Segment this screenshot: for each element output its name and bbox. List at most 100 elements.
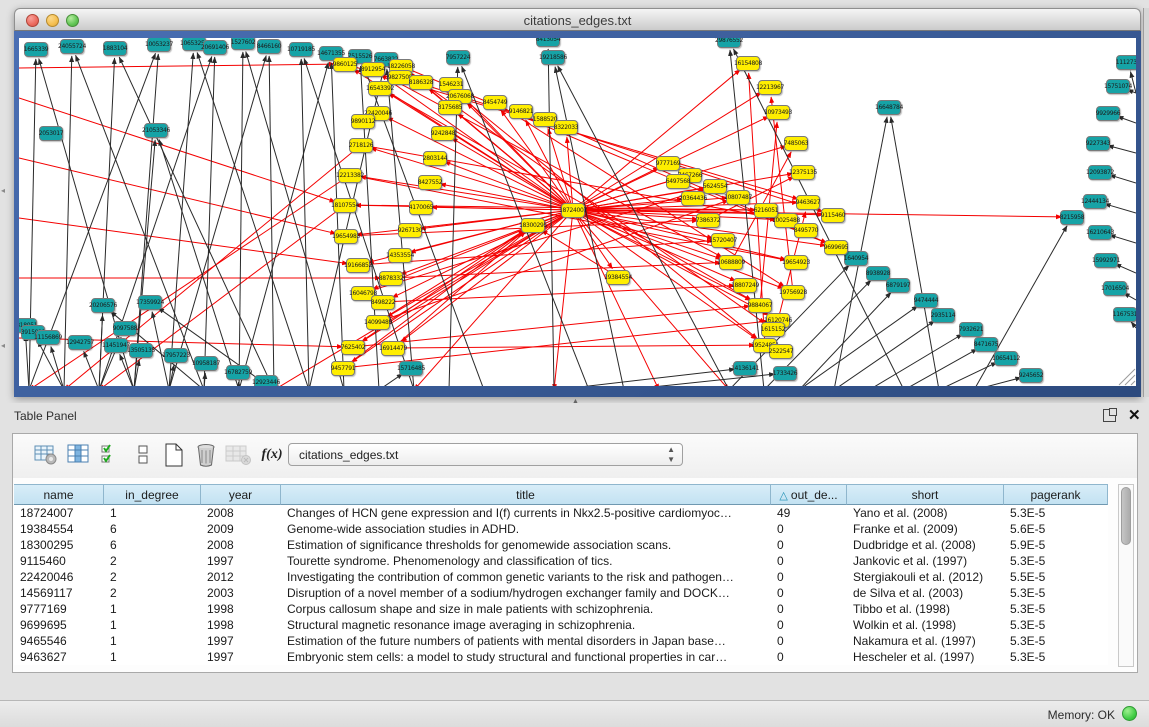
- graph-node[interactable]: 9115460: [821, 208, 845, 223]
- graph-edge[interactable]: [84, 351, 99, 386]
- table-cell[interactable]: 0: [771, 633, 847, 649]
- network-canvas[interactable]: 1665339240557241883104100532371065325720…: [19, 38, 1136, 386]
- table-row[interactable]: 969969511998Structural magnetic resonanc…: [14, 617, 1108, 633]
- graph-node[interactable]: 17359924: [138, 295, 162, 310]
- table-row[interactable]: 2242004622012Investigating the contribut…: [14, 569, 1108, 585]
- graph-edge[interactable]: [169, 53, 193, 386]
- graph-node[interactable]: 6879197: [886, 278, 910, 293]
- graph-edge[interactable]: [414, 210, 573, 386]
- graph-node[interactable]: 4170065: [409, 200, 433, 215]
- graph-node[interactable]: 15992971: [1094, 253, 1118, 268]
- graph-node[interactable]: 9777169: [656, 156, 680, 171]
- graph-edge[interactable]: [26, 335, 29, 386]
- table-cell[interactable]: 0: [771, 553, 847, 569]
- graph-node[interactable]: 7932621: [959, 322, 983, 337]
- vertical-scrollbar[interactable]: [1118, 484, 1134, 667]
- graph-node[interactable]: 1527602: [231, 38, 255, 50]
- graph-node[interactable]: 12923446: [254, 375, 278, 387]
- panel-resize-arrow-icon[interactable]: ◂: [1, 186, 5, 195]
- graph-edge[interactable]: [393, 345, 755, 348]
- graph-node[interactable]: 9463627: [796, 195, 820, 210]
- table-row[interactable]: 946362711997Embryonic stem cells: a mode…: [14, 649, 1108, 665]
- graph-node[interactable]: 19654923: [784, 255, 808, 270]
- table-cell[interactable]: 0: [771, 569, 847, 585]
- graph-node[interactable]: 20206576: [91, 298, 115, 313]
- float-panel-icon[interactable]: [1103, 409, 1116, 422]
- graph-edge[interactable]: [869, 334, 962, 386]
- column-header-year[interactable]: year: [201, 484, 281, 505]
- graph-edge[interactable]: [51, 347, 64, 386]
- column-header-name[interactable]: name: [14, 484, 104, 505]
- graph-node[interactable]: 17957223: [164, 348, 188, 363]
- table-cell[interactable]: 5.3E-5: [1004, 601, 1108, 617]
- table-cell[interactable]: Wolkin et al. (1998): [847, 617, 1004, 633]
- graph-node[interactable]: 13505135: [129, 343, 153, 358]
- column-header-pagerank[interactable]: pagerank: [1004, 484, 1108, 505]
- graph-edge[interactable]: [331, 63, 344, 386]
- graph-node[interactable]: 2522547: [769, 344, 793, 359]
- table-cell[interactable]: Tourette syndrome. Phenomenology and cla…: [281, 553, 771, 569]
- table-cell[interactable]: 14569117: [14, 585, 104, 601]
- graph-edge[interactable]: [573, 210, 659, 386]
- table-cell[interactable]: 1997: [201, 649, 281, 665]
- table-cell[interactable]: Changes of HCN gene expression and I(f) …: [281, 505, 771, 521]
- graph-edge[interactable]: [388, 93, 573, 210]
- graph-node[interactable]: 1615152: [761, 322, 785, 337]
- graph-edge[interactable]: [974, 226, 1067, 386]
- table-cell[interactable]: Embryonic stem cells: a model to study s…: [281, 649, 771, 665]
- graph-node[interactable]: 11156869: [36, 330, 60, 345]
- graph-node[interactable]: 15716485: [399, 361, 423, 376]
- graph-node[interactable]: 10053237: [147, 38, 171, 52]
- table-cell[interactable]: Genome-wide association studies in ADHD.: [281, 521, 771, 537]
- table-cell[interactable]: 1997: [201, 633, 281, 649]
- graph-node[interactable]: 10958187: [194, 356, 218, 371]
- table-cell[interactable]: Dudbridge et al. (2008): [847, 537, 1004, 553]
- graph-node[interactable]: 1112734: [1116, 55, 1136, 70]
- graph-node[interactable]: 16914479: [381, 341, 405, 356]
- graph-node[interactable]: 18300295: [521, 218, 545, 233]
- graph-edge[interactable]: [974, 378, 1021, 386]
- table-cell[interactable]: 5.3E-5: [1004, 585, 1108, 601]
- graph-node[interactable]: 18807249: [733, 278, 757, 293]
- table-row[interactable]: 1872400712008Changes of HCN gene express…: [14, 505, 1108, 521]
- column-header-in_degree[interactable]: in_degree: [104, 484, 201, 505]
- table-cell[interactable]: 6: [104, 537, 201, 553]
- column-header-title[interactable]: title: [281, 484, 771, 505]
- table-cell[interactable]: Franke et al. (2009): [847, 521, 1004, 537]
- table-cell[interactable]: 49: [771, 505, 847, 521]
- graph-node[interactable]: 12093872: [1088, 165, 1112, 180]
- table-cell[interactable]: 5.3E-5: [1004, 553, 1108, 569]
- graph-node[interactable]: 1665339: [24, 42, 48, 57]
- table-cell[interactable]: 0: [771, 521, 847, 537]
- table-cell[interactable]: 2: [104, 585, 201, 601]
- graph-node[interactable]: 9146821: [509, 104, 533, 119]
- graph-node[interactable]: 9097588: [113, 321, 137, 336]
- table-cell[interactable]: 9115460: [14, 553, 104, 569]
- select-columns-icon[interactable]: [99, 442, 125, 468]
- network-table-select[interactable]: citations_edges.txt ▲▼: [288, 443, 683, 466]
- table-row[interactable]: 1456911722003Disruption of a novel membe…: [14, 585, 1108, 601]
- graph-edge[interactable]: [239, 63, 328, 386]
- graph-node[interactable]: 8322033: [554, 120, 578, 135]
- table-cell[interactable]: Yano et al. (2008): [847, 505, 1004, 521]
- table-cell[interactable]: Estimation of significance thresholds fo…: [281, 537, 771, 553]
- graph-node[interactable]: 10654112: [994, 351, 1018, 366]
- graph-node[interactable]: 9245652: [1019, 368, 1043, 383]
- table-cell[interactable]: Corpus callosum shape and size in male p…: [281, 601, 771, 617]
- table-cell[interactable]: 9699695: [14, 617, 104, 633]
- table-cell[interactable]: 5.6E-5: [1004, 521, 1108, 537]
- graph-node[interactable]: 8186328: [409, 75, 433, 90]
- graph-node[interactable]: 8878332: [379, 271, 403, 286]
- graph-node[interactable]: 1883104: [103, 41, 127, 56]
- graph-edge[interactable]: [1105, 204, 1136, 213]
- graph-node[interactable]: 8427552: [418, 175, 442, 190]
- graph-node[interactable]: 24055724: [60, 39, 84, 54]
- table-row[interactable]: 946554611997Estimation of the future num…: [14, 633, 1108, 649]
- graph-node[interactable]: 10807487: [726, 190, 750, 205]
- table-cell[interactable]: 2008: [201, 537, 281, 553]
- table-cell[interactable]: 19384554: [14, 521, 104, 537]
- table-cell[interactable]: 2: [104, 569, 201, 585]
- graph-node[interactable]: 2053017: [39, 126, 63, 141]
- graph-edge[interactable]: [383, 285, 735, 302]
- graph-edge[interactable]: [19, 98, 335, 202]
